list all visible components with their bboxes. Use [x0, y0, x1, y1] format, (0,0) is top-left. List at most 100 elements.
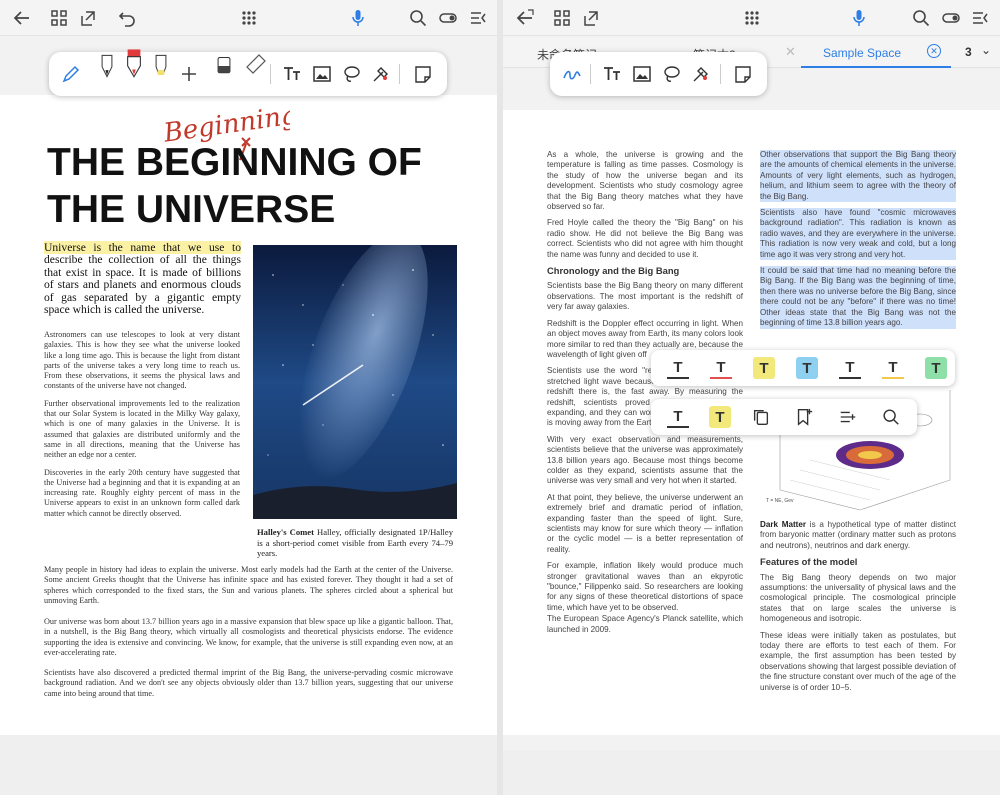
text-style-option-1[interactable]: T: [710, 357, 732, 379]
bottom-area: [503, 750, 1000, 795]
lasso-tool-icon[interactable]: [660, 62, 684, 86]
paragraph: Our universe was born about 13.7 billion…: [44, 617, 453, 657]
right-top-bar: [503, 0, 1000, 36]
left-top-bar: [0, 0, 497, 36]
paragraph: Fred Hoyle called the theory the "Big Ba…: [547, 218, 743, 259]
paragraph: Astronomers can use telescopes to look a…: [44, 330, 240, 391]
tab-close-icon[interactable]: ✕: [927, 44, 941, 58]
paragraph: The European Space Agency's Planck satel…: [547, 614, 743, 634]
text-mark-option-1[interactable]: T: [709, 406, 731, 428]
ruler-icon[interactable]: [244, 52, 268, 76]
search-icon[interactable]: [407, 7, 429, 29]
text-style-option-2[interactable]: T: [753, 357, 775, 379]
right-column-a: As a whole, the universe is growing and …: [547, 150, 743, 641]
text-tool-icon[interactable]: [600, 62, 624, 86]
toggle-icon[interactable]: [940, 7, 962, 29]
intro-paragraph: Universe is the name that we use to desc…: [44, 241, 241, 317]
article-title-line2: THE UNIVERSE: [47, 188, 336, 231]
collapse-menu-icon[interactable]: [969, 7, 991, 29]
toolbar-divider: [270, 64, 271, 84]
right-column-b-lower: Dark Matter is a hypothetical type of ma…: [760, 520, 956, 699]
paragraph: At that point, they believe, the univers…: [547, 492, 743, 554]
bookmark-add-icon[interactable]: [793, 406, 815, 428]
text-style-option-3[interactable]: T: [796, 357, 818, 379]
annotation-toolbar: [550, 52, 767, 96]
pen-tool-icon[interactable]: [59, 62, 83, 86]
microphone-icon[interactable]: [347, 7, 369, 29]
export-icon[interactable]: [580, 7, 602, 29]
selected-paragraph[interactable]: Scientists also have found "cosmic micro…: [760, 208, 956, 261]
page-settings-icon[interactable]: [411, 62, 435, 86]
laser-pointer-icon[interactable]: [689, 62, 713, 86]
red-pen-icon[interactable]: [122, 49, 146, 78]
section-heading: Features of the model: [760, 556, 858, 568]
grid-view-icon[interactable]: [48, 7, 70, 29]
paragraph: As a whole, the universe is growing and …: [547, 150, 743, 212]
selected-paragraph[interactable]: It could be said that time had no meanin…: [760, 266, 956, 329]
image-tool-icon[interactable]: [310, 62, 334, 86]
image-tool-icon[interactable]: [630, 62, 654, 86]
pen-tool-icon[interactable]: [560, 62, 584, 86]
highlighted-text: Universe is the name that we use to: [44, 241, 241, 254]
text-tool-icon[interactable]: [280, 62, 304, 86]
grid-view-icon[interactable]: [551, 7, 573, 29]
term-bold: Dark Matter: [760, 520, 807, 529]
section-heading: Chronology and the Big Bang: [547, 265, 680, 277]
selected-paragraph[interactable]: Other observations that support the Big …: [760, 150, 956, 203]
paragraph: Scientists have also discovered a predic…: [44, 668, 453, 698]
back-arrow-icon[interactable]: [11, 7, 33, 29]
export-icon[interactable]: [77, 7, 99, 29]
tab-sample-space[interactable]: Sample Space ✕: [801, 38, 951, 68]
chevron-down-icon[interactable]: ⌄: [981, 43, 991, 57]
toolbar-divider: [720, 64, 721, 84]
page-settings-icon[interactable]: [731, 62, 755, 86]
figure-axis-label: T = NE, Gev: [766, 498, 794, 504]
left-pane: Beginning THE BEGINNING OF THE UNIVERSE …: [0, 0, 497, 795]
paragraph: Further observational improvements led t…: [44, 398, 240, 460]
text-style-option-4[interactable]: T: [839, 357, 861, 379]
highlighter-icon[interactable]: [149, 54, 173, 78]
search-icon[interactable]: [880, 406, 902, 428]
toolbar-divider: [399, 64, 400, 84]
page-count[interactable]: 3: [965, 45, 972, 59]
comet-photo: [253, 245, 457, 519]
apps-menu-icon[interactable]: [741, 7, 763, 29]
black-pen-icon[interactable]: [95, 54, 119, 78]
paragraph: Many people in history had ideas to expl…: [44, 565, 453, 605]
text-mark-option-0[interactable]: T: [667, 406, 689, 428]
tab-label: Sample Space: [823, 46, 902, 60]
paragraph: The Big Bang theory depends on two major…: [760, 572, 956, 624]
text-style-popup: TTTTTTT: [651, 350, 955, 386]
add-pen-icon[interactable]: [177, 62, 201, 86]
paragraph: For example, inflation likely would prod…: [547, 561, 743, 612]
apps-menu-icon[interactable]: [238, 7, 260, 29]
paragraph: These ideas were initially taken as post…: [760, 630, 956, 692]
paragraph: Discoveries in the early 20th century ha…: [44, 467, 240, 518]
pen-toolbar: [49, 49, 447, 96]
text-style-option-0[interactable]: T: [667, 357, 689, 379]
paragraph: Scientists base the Big Bang theory on m…: [547, 281, 743, 312]
text-style-option-6[interactable]: T: [925, 357, 947, 379]
toolbar-divider: [590, 64, 591, 84]
collapse-menu-icon[interactable]: [467, 7, 489, 29]
intro-rest-text: describe the collection of all the thing…: [44, 253, 241, 317]
right-column-b: Other observations that support the Big …: [760, 150, 956, 335]
text-style-option-5[interactable]: T: [882, 357, 904, 379]
photo-caption: Halley's Comet Halley, officially design…: [257, 527, 453, 559]
add-to-list-icon[interactable]: [837, 406, 859, 428]
paragraph: With very exact observation and measurem…: [547, 434, 743, 486]
article-title-line1: THE BEGINNING OF: [47, 141, 422, 184]
toggle-icon[interactable]: [437, 7, 459, 29]
caption-bold: Halley's Comet: [257, 527, 314, 537]
copy-icon[interactable]: [750, 406, 772, 428]
text-action-popup: TT: [651, 399, 917, 435]
search-icon[interactable]: [910, 7, 932, 29]
lasso-tool-icon[interactable]: [340, 62, 364, 86]
microphone-icon[interactable]: [848, 7, 870, 29]
eraser-icon[interactable]: [212, 54, 236, 78]
undo-icon[interactable]: [116, 7, 138, 29]
tab-close-icon[interactable]: ✕: [785, 44, 796, 60]
bottom-area: [0, 735, 497, 795]
laser-pointer-icon[interactable]: [369, 62, 393, 86]
back-arrow-icon[interactable]: [514, 7, 536, 29]
